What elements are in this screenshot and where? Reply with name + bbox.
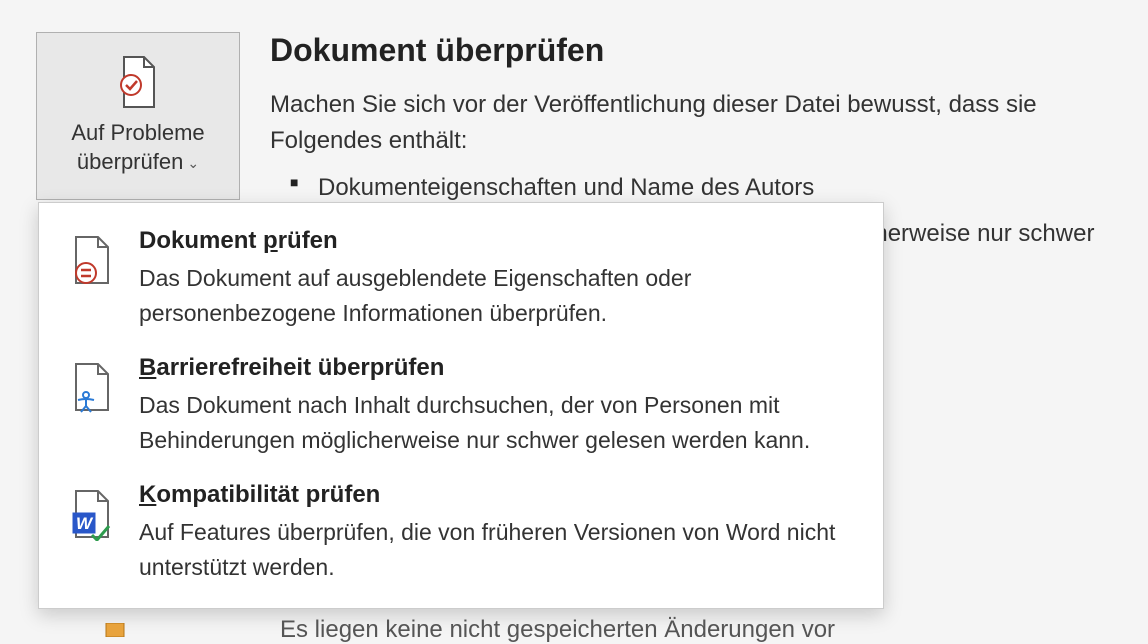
check-for-issues-label: Auf Probleme überprüfen⌄ [71, 119, 204, 176]
menu-item-description: Das Dokument nach Inhalt durchsuchen, de… [139, 388, 859, 457]
chevron-down-icon: ⌄ [187, 154, 199, 172]
menu-item-title: Dokument prüfen [139, 227, 859, 255]
menu-item-inspect-document[interactable]: Dokument prüfen Das Dokument auf ausgebl… [39, 215, 883, 342]
section-title: Dokument überprüfen [270, 32, 1118, 69]
menu-item-check-accessibility[interactable]: Barrierefreiheit überprüfen Das Dokument… [39, 342, 883, 469]
document-check-icon [114, 55, 162, 111]
inspect-document-icon [67, 227, 117, 287]
menu-item-title: Barrierefreiheit überprüfen [139, 354, 859, 382]
svg-text:W: W [76, 514, 94, 533]
menu-item-description: Das Dokument auf ausgeblendete Eigenscha… [139, 261, 859, 330]
menu-item-title: Kompatibilität prüfen [139, 481, 859, 509]
partial-row-below: Es liegen keine nicht gespeicherten Ände… [100, 616, 835, 644]
menu-item-check-compatibility[interactable]: W Kompatibilität prüfen Auf Features übe… [39, 469, 883, 596]
check-for-issues-dropdown: Dokument prüfen Das Dokument auf ausgebl… [38, 202, 884, 609]
menu-item-description: Auf Features überprüfen, die von frühere… [139, 515, 859, 584]
accessibility-icon [67, 354, 117, 414]
partial-text: Es liegen keine nicht gespeicherten Ände… [280, 616, 835, 644]
section-description: Machen Sie sich vor der Veröffentlichung… [270, 87, 1118, 159]
document-icon [100, 623, 130, 637]
compatibility-icon: W [67, 481, 117, 541]
check-for-issues-button[interactable]: Auf Probleme überprüfen⌄ [36, 32, 240, 200]
